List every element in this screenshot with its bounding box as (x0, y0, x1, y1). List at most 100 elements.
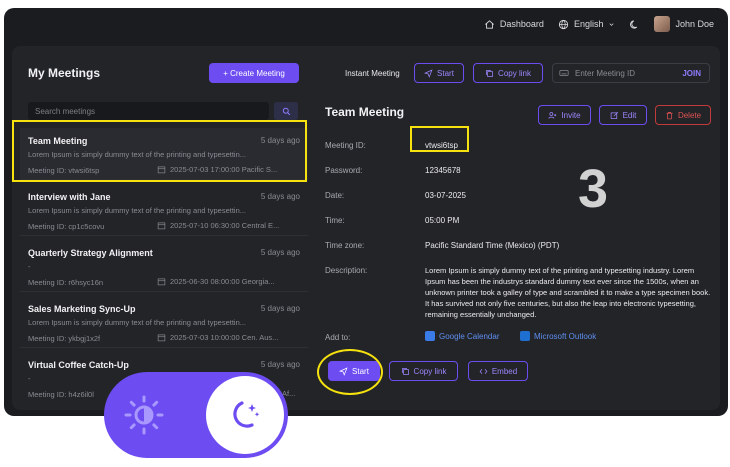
timezone-label: Time zone: (325, 241, 365, 250)
google-calendar-link[interactable]: Google Calendar (425, 331, 499, 341)
google-calendar-icon (425, 331, 435, 341)
outlook-label: Microsoft Outlook (534, 331, 597, 341)
meeting-time-text: 2025-07-10 06:30:00 Central E... (170, 221, 280, 230)
moon-icon (630, 19, 638, 29)
meeting-ago: 5 days ago (260, 192, 300, 201)
search-placeholder: Search meetings (35, 106, 96, 116)
join-button[interactable]: JOIN (682, 69, 701, 78)
meeting-id-placeholder: Enter Meeting ID (575, 68, 636, 78)
globe-icon (558, 19, 569, 29)
language-label: English (573, 19, 604, 29)
copy-link-button[interactable]: Copy link (389, 361, 458, 381)
meeting-time-text: 2025-07-03 10:00:00 Cen. Aus... (170, 333, 279, 342)
invite-label: Invite (561, 110, 581, 120)
instant-start-button[interactable]: Start (414, 63, 464, 83)
calendar-icon (157, 222, 166, 230)
trash-icon (666, 111, 673, 119)
edit-label: Edit (622, 110, 637, 120)
google-calendar-label: Google Calendar (439, 331, 500, 341)
user-name: John Doe (675, 19, 714, 29)
calendar-icon (157, 278, 166, 286)
theme-toggle-small[interactable] (629, 19, 640, 30)
home-icon (484, 19, 494, 29)
user-menu[interactable]: John Doe (654, 16, 714, 32)
user-plus-icon (548, 111, 557, 119)
edit-button[interactable]: Edit (599, 105, 647, 125)
meeting-time: 2025-07-10 06:30:00 Central E... (157, 221, 305, 230)
date-label: Date: (325, 191, 345, 200)
meeting-name: Virtual Coffee Catch-Up (28, 360, 129, 370)
meeting-time-text: 2025-06-30 08:00:00 Georgia... (170, 277, 275, 286)
meeting-id-highlight (410, 126, 469, 152)
copy-link-label: Copy link (413, 366, 447, 376)
meeting-time: 2025-06-30 08:00:00 Georgia... (157, 277, 305, 286)
description-label: Description: (325, 266, 368, 275)
instant-meeting-label: Instant Meeting (345, 69, 400, 78)
dashboard-link[interactable]: Dashboard (484, 19, 544, 30)
timezone-value: Pacific Standard Time (Mexico) (PDT) (425, 241, 560, 250)
detail-title: Team Meeting (325, 105, 405, 119)
meeting-time: Af... (282, 389, 306, 398)
search-input[interactable]: Search meetings (28, 102, 269, 120)
add-to-label: Add to: (325, 333, 351, 342)
meeting-id: Meeting ID: cp1c5covu (28, 222, 105, 231)
copy-icon (401, 367, 409, 375)
meeting-id-label: Meeting ID: (325, 141, 366, 150)
time-value: 05:00 PM (425, 216, 460, 225)
calendar-icon (157, 334, 166, 342)
selected-meeting-highlight (12, 120, 307, 182)
time-label: Time: (325, 216, 345, 225)
meeting-name: Interview with Jane (28, 192, 111, 202)
meeting-ago: 5 days ago (260, 248, 300, 257)
start-button-highlight (317, 349, 383, 395)
meeting-name: Sales Marketing Sync-Up (28, 304, 136, 314)
meeting-desc: Lorem Ipsum is simply dummy text of the … (28, 206, 247, 215)
password-value: 12345678 (425, 166, 461, 175)
step-number: 3 (578, 159, 609, 219)
meeting-desc: Lorem Ipsum is simply dummy text of the … (28, 318, 247, 327)
embed-button[interactable]: Embed (468, 361, 528, 381)
meeting-desc: - (28, 262, 31, 271)
instant-start-label: Start (437, 68, 454, 78)
outlook-link[interactable]: Microsoft Outlook (520, 331, 596, 341)
meeting-time: 2025-07-03 10:00:00 Cen. Aus... (157, 333, 305, 342)
sun-icon (124, 395, 164, 435)
description-value: Lorem Ipsum is simply dummy text of the … (425, 266, 711, 319)
toggle-knob[interactable] (206, 376, 284, 454)
theme-toggle[interactable] (104, 372, 288, 458)
list-item[interactable]: Interview with Jane 5 days ago Lorem Ips… (20, 184, 308, 236)
moon-stars-icon (233, 401, 260, 428)
delete-label: Delete (677, 110, 702, 120)
date-value: 03-07-2025 (425, 191, 466, 200)
meeting-ago: 5 days ago (260, 304, 300, 313)
create-meeting-button[interactable]: + Create Meeting (209, 63, 299, 83)
copy-icon (486, 69, 493, 77)
list-item[interactable]: Quarterly Strategy Alignment 5 days ago … (20, 240, 308, 292)
meeting-id: Meeting ID: h4z6il0l (28, 390, 94, 399)
my-meetings-title: My Meetings (28, 66, 101, 80)
delete-button[interactable]: Delete (655, 105, 711, 125)
dashboard-label: Dashboard (499, 19, 544, 29)
search-button[interactable] (274, 102, 298, 120)
edit-icon (610, 111, 618, 119)
list-item[interactable]: Sales Marketing Sync-Up 5 days ago Lorem… (20, 296, 308, 348)
instant-copy-link-button[interactable]: Copy link (473, 63, 543, 83)
keyboard-icon (559, 70, 569, 76)
meeting-ago: 5 days ago (260, 360, 300, 369)
create-meeting-label: + Create Meeting (223, 68, 285, 78)
meeting-id-input[interactable]: Enter Meeting ID JOIN (552, 63, 710, 83)
language-selector[interactable]: English (558, 19, 616, 30)
instant-copy-link-label: Copy link (498, 68, 531, 78)
meeting-id: Meeting ID: r6hsyc16n (28, 278, 104, 287)
password-label: Password: (325, 166, 363, 175)
chevron-down-icon (609, 22, 614, 26)
outlook-icon (520, 331, 530, 341)
invite-button[interactable]: Invite (538, 105, 591, 125)
code-icon (479, 368, 488, 374)
meeting-name: Quarterly Strategy Alignment (28, 248, 153, 258)
meeting-id: Meeting ID: ykbgj1x2f (28, 334, 101, 343)
avatar (654, 16, 671, 32)
top-bar: Dashboard English John Doe (4, 8, 728, 40)
embed-label: Embed (491, 366, 518, 376)
send-icon (424, 68, 433, 78)
